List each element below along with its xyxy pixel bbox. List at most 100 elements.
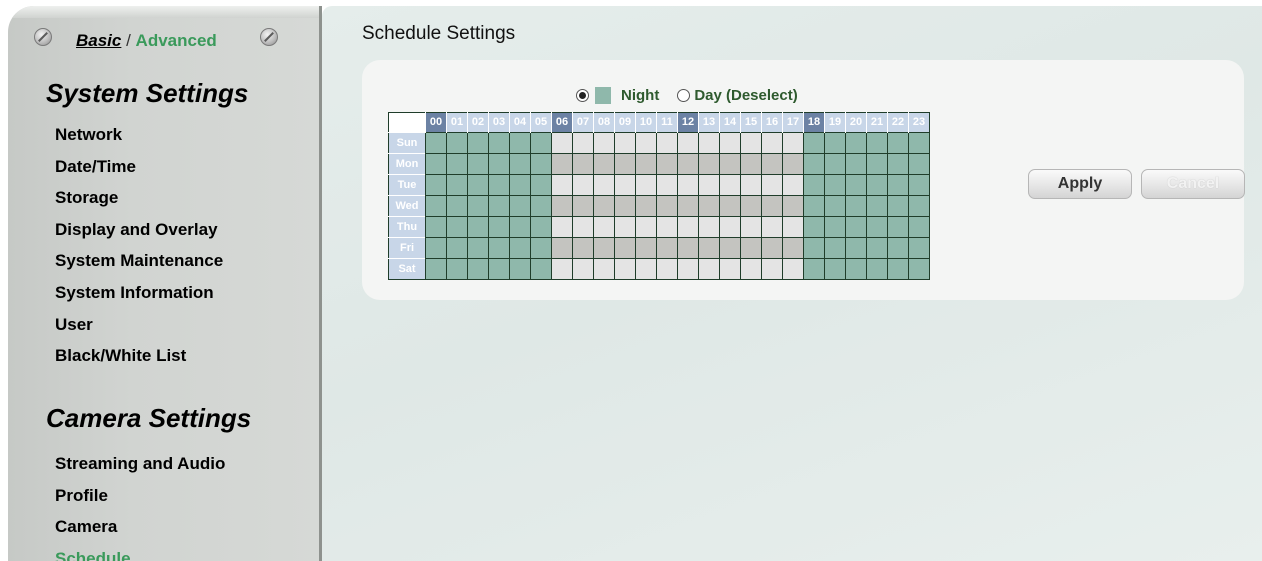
hour-header[interactable]: 10	[635, 112, 657, 133]
schedule-cell[interactable]	[698, 153, 720, 175]
schedule-cell[interactable]	[845, 258, 867, 280]
schedule-cell[interactable]	[782, 132, 804, 154]
schedule-cell[interactable]	[803, 153, 825, 175]
schedule-cell[interactable]	[572, 153, 594, 175]
schedule-cell[interactable]	[425, 258, 447, 280]
schedule-cell[interactable]	[656, 132, 678, 154]
schedule-cell[interactable]	[467, 174, 489, 196]
schedule-cell[interactable]	[719, 216, 741, 238]
schedule-cell[interactable]	[887, 132, 909, 154]
sidebar-item-black-white-list[interactable]: Black/White List	[55, 340, 223, 372]
cancel-button[interactable]: Cancel	[1141, 169, 1245, 199]
hour-header[interactable]: 16	[761, 112, 783, 133]
schedule-cell[interactable]	[446, 258, 468, 280]
schedule-cell[interactable]	[887, 216, 909, 238]
schedule-cell[interactable]	[467, 132, 489, 154]
schedule-cell[interactable]	[719, 258, 741, 280]
hour-header[interactable]: 12	[677, 112, 699, 133]
schedule-cell[interactable]	[467, 216, 489, 238]
schedule-cell[interactable]	[530, 132, 552, 154]
schedule-cell[interactable]	[866, 195, 888, 217]
schedule-cell[interactable]	[803, 195, 825, 217]
schedule-cell[interactable]	[866, 237, 888, 259]
schedule-cell[interactable]	[908, 258, 930, 280]
sidebar-item-profile[interactable]: Profile	[55, 480, 225, 512]
schedule-cell[interactable]	[887, 258, 909, 280]
schedule-cell[interactable]	[866, 132, 888, 154]
hour-header[interactable]: 22	[887, 112, 909, 133]
sidebar-item-schedule[interactable]: Schedule	[55, 543, 225, 561]
schedule-cell[interactable]	[698, 216, 720, 238]
schedule-cell[interactable]	[656, 174, 678, 196]
hour-header[interactable]: 07	[572, 112, 594, 133]
schedule-cell[interactable]	[593, 153, 615, 175]
hour-header[interactable]: 00	[425, 112, 447, 133]
schedule-cell[interactable]	[803, 174, 825, 196]
schedule-cell[interactable]	[803, 132, 825, 154]
schedule-cell[interactable]	[740, 132, 762, 154]
schedule-cell[interactable]	[488, 174, 510, 196]
schedule-cell[interactable]	[551, 195, 573, 217]
schedule-cell[interactable]	[908, 216, 930, 238]
schedule-cell[interactable]	[488, 132, 510, 154]
hour-header[interactable]: 03	[488, 112, 510, 133]
schedule-cell[interactable]	[446, 132, 468, 154]
schedule-cell[interactable]	[551, 216, 573, 238]
schedule-cell[interactable]	[509, 237, 531, 259]
schedule-cell[interactable]	[698, 174, 720, 196]
schedule-cell[interactable]	[446, 216, 468, 238]
schedule-cell[interactable]	[908, 132, 930, 154]
schedule-cell[interactable]	[761, 153, 783, 175]
schedule-cell[interactable]	[677, 195, 699, 217]
hour-header[interactable]: 13	[698, 112, 720, 133]
hour-header[interactable]: 11	[656, 112, 678, 133]
schedule-cell[interactable]	[530, 195, 552, 217]
schedule-cell[interactable]	[761, 237, 783, 259]
schedule-cell[interactable]	[656, 195, 678, 217]
schedule-cell[interactable]	[425, 174, 447, 196]
schedule-cell[interactable]	[635, 153, 657, 175]
hour-header[interactable]: 20	[845, 112, 867, 133]
day-header[interactable]: Wed	[388, 195, 426, 217]
hour-header[interactable]: 08	[593, 112, 615, 133]
sidebar-item-network[interactable]: Network	[55, 119, 223, 151]
schedule-cell[interactable]	[803, 258, 825, 280]
schedule-cell[interactable]	[824, 237, 846, 259]
schedule-cell[interactable]	[824, 153, 846, 175]
schedule-cell[interactable]	[488, 258, 510, 280]
schedule-cell[interactable]	[635, 195, 657, 217]
schedule-cell[interactable]	[677, 153, 699, 175]
schedule-cell[interactable]	[656, 258, 678, 280]
day-header[interactable]: Tue	[388, 174, 426, 196]
schedule-cell[interactable]	[866, 258, 888, 280]
schedule-cell[interactable]	[845, 237, 867, 259]
schedule-cell[interactable]	[824, 258, 846, 280]
hour-header[interactable]: 02	[467, 112, 489, 133]
hour-header[interactable]: 18	[803, 112, 825, 133]
schedule-cell[interactable]	[530, 258, 552, 280]
schedule-cell[interactable]	[509, 258, 531, 280]
schedule-cell[interactable]	[551, 237, 573, 259]
schedule-cell[interactable]	[761, 174, 783, 196]
schedule-cell[interactable]	[740, 216, 762, 238]
schedule-cell[interactable]	[509, 153, 531, 175]
sidebar-item-date-time[interactable]: Date/Time	[55, 151, 223, 183]
schedule-cell[interactable]	[614, 132, 636, 154]
schedule-cell[interactable]	[551, 153, 573, 175]
schedule-cell[interactable]	[845, 132, 867, 154]
schedule-cell[interactable]	[593, 132, 615, 154]
schedule-cell[interactable]	[740, 237, 762, 259]
schedule-cell[interactable]	[761, 258, 783, 280]
schedule-cell[interactable]	[719, 195, 741, 217]
schedule-cell[interactable]	[908, 174, 930, 196]
schedule-cell[interactable]	[467, 153, 489, 175]
schedule-cell[interactable]	[488, 216, 510, 238]
schedule-cell[interactable]	[719, 174, 741, 196]
schedule-cell[interactable]	[824, 216, 846, 238]
schedule-cell[interactable]	[740, 174, 762, 196]
schedule-cell[interactable]	[593, 174, 615, 196]
schedule-cell[interactable]	[698, 132, 720, 154]
schedule-cell[interactable]	[908, 195, 930, 217]
schedule-cell[interactable]	[740, 195, 762, 217]
schedule-cell[interactable]	[467, 195, 489, 217]
